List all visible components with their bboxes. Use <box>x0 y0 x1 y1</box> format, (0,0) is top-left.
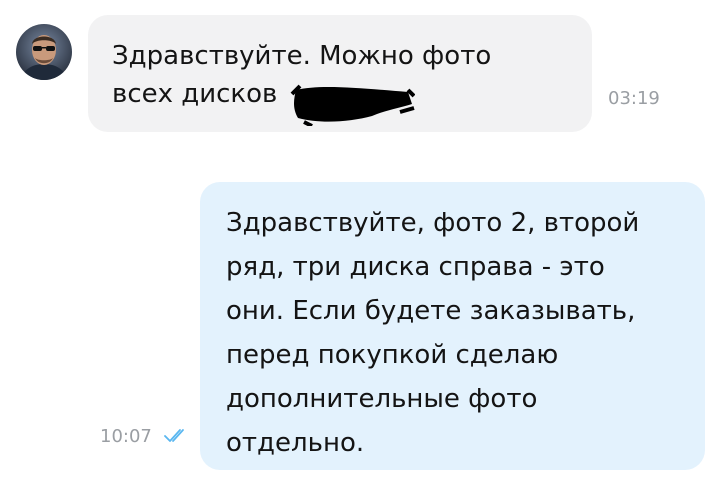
outgoing-timestamp: 10:07 <box>100 426 152 447</box>
double-check-icon <box>164 428 190 448</box>
redaction-scribble <box>290 82 416 130</box>
outgoing-bubble[interactable]: Здравствуйте, фото 2, второй ряд, три ди… <box>200 182 705 470</box>
outgoing-message-text: Здравствуйте, фото 2, второй ряд, три ди… <box>226 208 640 458</box>
incoming-bubble[interactable]: Здравствуйте. Можно фото всех дисков <box>88 15 592 132</box>
user-avatar-icon[interactable] <box>16 24 72 80</box>
incoming-timestamp: 03:19 <box>608 88 660 109</box>
